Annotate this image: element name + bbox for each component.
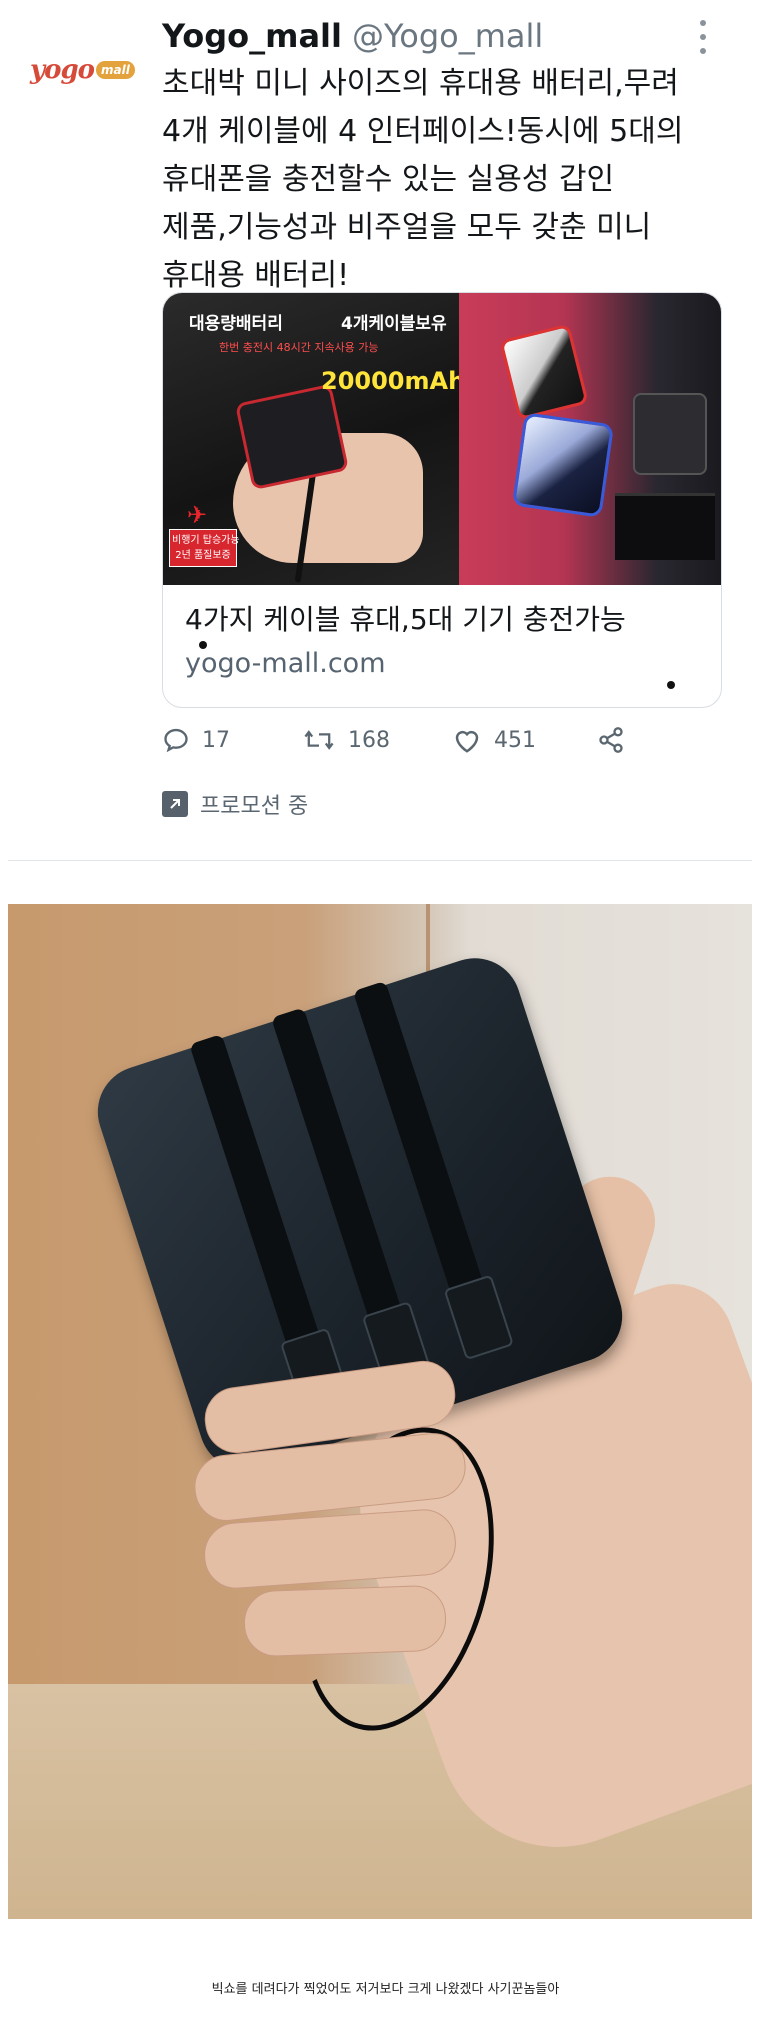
link-card[interactable]: 대용량배터리 4개케이블보유 한번 충전시 48시간 지속사용 가능 20000… xyxy=(162,292,722,708)
logo-text: yogo xyxy=(30,55,95,85)
logo-badge: mall xyxy=(95,61,135,79)
image-label-capacity: 대용량배터리 xyxy=(189,314,283,334)
airplane-icon: ✈ xyxy=(187,501,208,529)
reply-count: 17 xyxy=(202,727,230,753)
power-bank-image xyxy=(633,393,707,475)
caption: 빅쇼를 데려다가 찍었어도 저거보다 크게 나왔겠다 사기꾼놈들아 xyxy=(211,1982,560,1997)
more-options-icon[interactable] xyxy=(700,20,708,54)
reply-button[interactable]: 17 xyxy=(162,722,230,758)
card-image[interactable]: 대용량배터리 4개케이블보유 한번 충전시 48시간 지속사용 가능 20000… xyxy=(163,293,721,585)
artifact-dot xyxy=(199,641,207,649)
tweet-text: 초대박 미니 사이즈의 휴대용 배터리,무려 4개 케이블에 4 인터페이스!동… xyxy=(162,60,722,300)
artifact-dot xyxy=(667,681,675,689)
user-handle[interactable]: @Yogo_mall xyxy=(352,17,543,55)
display-pedestal xyxy=(615,493,715,560)
cable-plug xyxy=(443,1274,514,1361)
promoted-indicator[interactable]: 프로모션 중 xyxy=(162,788,308,820)
warranty-badge: 비행기 탑승가능 2년 품질보증 xyxy=(169,529,240,567)
tweet-text-line: 4개 케이블에 4 인터페이스!동시에 5대의 xyxy=(162,114,684,149)
like-button[interactable]: 451 xyxy=(452,722,536,758)
like-count: 451 xyxy=(494,727,536,753)
retweet-count: 168 xyxy=(348,727,390,753)
image-mah: 20000mAh xyxy=(321,367,466,395)
retweet-icon xyxy=(304,730,334,750)
share-icon xyxy=(599,727,623,753)
promoted-label: 프로모션 중 xyxy=(200,794,309,819)
tweet-text-line: 제품,기능성과 비주얼을 모두 갖춘 미니 xyxy=(162,210,652,245)
product-photo xyxy=(8,904,752,1919)
promoted-arrow-icon xyxy=(162,791,188,817)
card-title[interactable]: 4가지 케이블 휴대,5대 기기 충전가능 xyxy=(185,598,626,638)
badge-line: 2년 품질보증 xyxy=(175,550,231,561)
brand-logo[interactable]: yogo mall xyxy=(30,52,138,88)
share-button[interactable] xyxy=(596,722,638,758)
reply-icon xyxy=(164,728,188,753)
card-url[interactable]: yogo-mall.com xyxy=(185,648,386,679)
tweet-text-line: 초대박 미니 사이즈의 휴대용 배터리,무려 xyxy=(162,66,679,101)
product-photo-left: 대용량배터리 4개케이블보유 한번 충전시 48시간 지속사용 가능 20000… xyxy=(163,293,465,585)
display-name[interactable]: Yogo_mall xyxy=(162,17,342,55)
power-bank-image xyxy=(511,412,615,518)
heart-icon xyxy=(455,730,479,753)
divider xyxy=(8,860,752,861)
image-label-cables: 4개케이블보유 xyxy=(341,314,447,334)
finger xyxy=(242,1584,448,1658)
image-subtitle: 한번 충전시 48시간 지속사용 가능 xyxy=(219,341,379,354)
tweet-author[interactable]: Yogo_mall @Yogo_mall xyxy=(162,16,543,56)
badge-line: 비행기 탑승가능 xyxy=(172,535,240,546)
tweet-text-line: 휴대폰을 충전할수 있는 실용성 갑인 xyxy=(162,162,615,197)
retweet-button[interactable]: 168 xyxy=(302,722,390,758)
